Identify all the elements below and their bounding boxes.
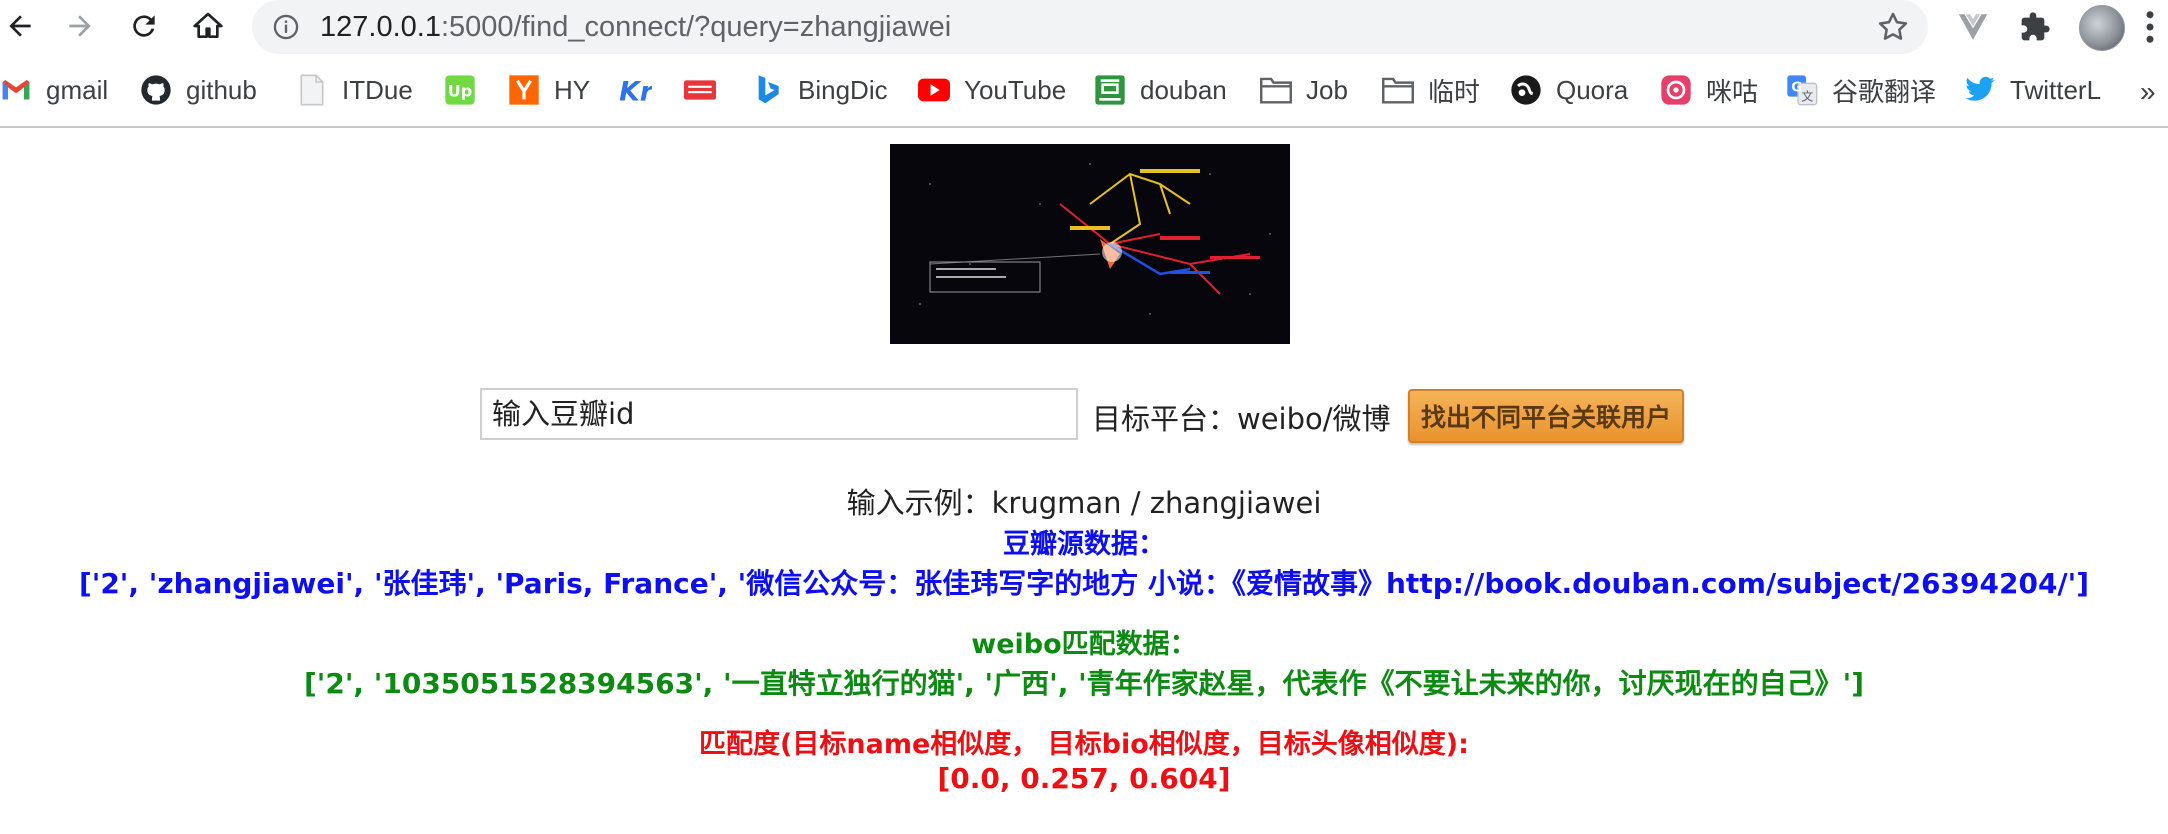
bookmark-twitterl[interactable]: TwitterL — [1964, 72, 2101, 108]
more-menu-icon[interactable] — [2140, 6, 2160, 48]
browser-toolbar: 127.0.0.1:5000/find_connect/?query=zhang… — [0, 0, 2168, 54]
folder-icon — [1382, 74, 1414, 106]
twitter-icon — [1964, 74, 1996, 106]
hacker-news-icon — [508, 74, 540, 106]
bookmark-label: Quora — [1556, 74, 1629, 105]
svg-text:Up: Up — [448, 82, 472, 101]
bookmarks-overflow-icon[interactable]: » — [2140, 76, 2156, 108]
youtube-icon — [918, 74, 950, 106]
back-button[interactable] — [0, 6, 40, 46]
vue-icon — [1958, 14, 1988, 40]
bookmark-label: ITDue — [342, 74, 413, 105]
extension-vue-button[interactable] — [1954, 8, 1992, 46]
toutiao-icon — [684, 74, 716, 106]
bookmark-label: douban — [1140, 74, 1227, 105]
github-icon — [140, 74, 172, 106]
bookmark-label: 临时 — [1428, 76, 1481, 107]
bookmark-label: github — [186, 74, 257, 105]
bookmark-quora[interactable]: Quora — [1510, 72, 1628, 108]
match-score-values: [0.0, 0.257, 0.604] — [937, 762, 1231, 795]
page-icon — [296, 74, 328, 106]
bookmark-label: Job — [1306, 74, 1348, 105]
bookmark-bingdic[interactable]: BingDic — [752, 72, 888, 108]
bookmark-folder-linshi[interactable]: 临时 — [1382, 72, 1480, 108]
folder-icon — [1260, 74, 1292, 106]
svg-text:文: 文 — [1801, 89, 1813, 104]
douban-source-data: ['2', 'zhangjiawei', '张佳玮', 'Paris, Fran… — [78, 567, 2090, 600]
profile-avatar[interactable] — [2079, 5, 2125, 51]
find-linked-users-button[interactable]: 找出不同平台关联用户 — [1408, 389, 1684, 443]
bookmark-youtube[interactable]: YouTube — [918, 72, 1066, 108]
network-graph-banner-image — [890, 144, 1290, 344]
reload-icon — [133, 15, 155, 37]
bookmark-label: 谷歌翻译 — [1832, 76, 1937, 107]
bookmark-label: HY — [554, 74, 591, 105]
bookmark-folder-job[interactable]: Job — [1260, 72, 1348, 108]
kr-icon: Kr — [620, 74, 652, 106]
migu-icon — [1660, 74, 1692, 106]
bookmark-toutiao[interactable] — [684, 72, 730, 108]
bookmark-google-translate[interactable]: G文 谷歌翻译 — [1786, 72, 1936, 108]
info-icon[interactable] — [272, 13, 300, 41]
weibo-match-data: ['2', '1035051528394563', '一直特立独行的猫', '广… — [303, 667, 1865, 700]
url-path: :5000/find_connect/?query=zhangjiawei — [440, 11, 952, 43]
bookmark-label: TwitterL — [2010, 74, 2102, 105]
forward-arrow-icon — [69, 15, 91, 37]
target-platform-label: 目标平台：weibo/微博 — [1092, 402, 1391, 436]
bookmark-hy[interactable]: HY — [508, 72, 590, 108]
back-arrow-icon — [9, 15, 31, 37]
bookmark-migu[interactable]: 咪咕 — [1660, 72, 1758, 108]
bing-icon — [752, 74, 784, 106]
url-host: 127.0.0.1 — [320, 11, 441, 43]
bookmark-gmail[interactable]: gmail — [0, 72, 108, 108]
douban-source-title: 豆瓣源数据： — [1003, 529, 1165, 560]
svg-text:Kr: Kr — [620, 77, 652, 106]
bookmarks-bar: gmail github ITDue Up HY Kr BingDic YouT… — [0, 54, 2168, 128]
bookmark-label: BingDic — [798, 74, 888, 105]
bookmark-itdue[interactable]: ITDue — [296, 72, 413, 108]
input-example-text: 输入示例：krugman / zhangjiawei — [846, 486, 1322, 520]
bookmark-label: YouTube — [964, 74, 1067, 105]
gmail-icon — [0, 74, 32, 106]
extensions-button[interactable] — [2016, 8, 2054, 46]
weibo-match-title: weibo匹配数据： — [971, 629, 1197, 660]
puzzle-icon — [2021, 12, 2050, 41]
reload-button[interactable] — [124, 6, 164, 46]
bookmark-douban[interactable]: douban — [1094, 72, 1227, 108]
address-bar[interactable]: 127.0.0.1:5000/find_connect/?query=zhang… — [252, 0, 1928, 54]
home-icon — [193, 12, 223, 38]
google-translate-icon: G文 — [1786, 74, 1818, 106]
bookmark-github[interactable]: github — [140, 72, 257, 108]
bookmark-upwork[interactable]: Up — [444, 72, 490, 108]
forward-button[interactable] — [60, 6, 100, 46]
bookmark-kr[interactable]: Kr — [620, 72, 666, 108]
home-button[interactable] — [188, 6, 228, 46]
bookmark-star-icon[interactable] — [1876, 10, 1910, 44]
quora-icon — [1510, 74, 1542, 106]
url-text[interactable]: 127.0.0.1:5000/find_connect/?query=zhang… — [320, 11, 951, 44]
douban-icon — [1094, 74, 1126, 106]
bookmark-label: 咪咕 — [1706, 76, 1759, 107]
match-score-title: 匹配度(目标name相似度， 目标bio相似度，目标头像相似度): — [699, 729, 1469, 760]
douban-id-input[interactable] — [480, 388, 1078, 440]
bookmark-label: gmail — [46, 74, 109, 105]
upwork-icon: Up — [444, 74, 476, 106]
